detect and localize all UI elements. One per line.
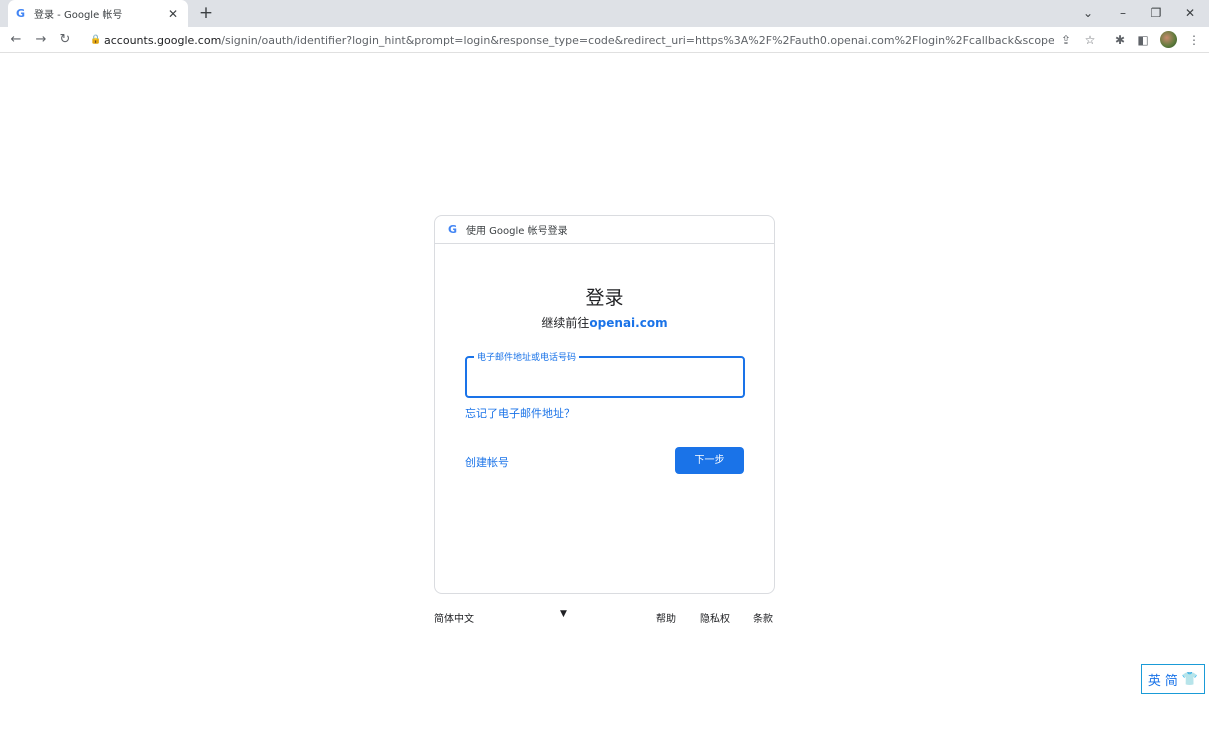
tab-close-icon[interactable]: ✕	[166, 7, 180, 21]
forward-icon[interactable]: →	[30, 29, 52, 51]
terms-link[interactable]: 条款	[753, 610, 773, 625]
create-account-link[interactable]: 创建帐号	[465, 454, 509, 470]
email-field[interactable]	[467, 358, 743, 396]
profile-avatar[interactable]	[1160, 31, 1177, 48]
side-panel-icon[interactable]: ◧	[1132, 29, 1154, 51]
new-tab-button[interactable]: +	[196, 3, 216, 23]
email-field-container: 电子邮件地址或电话号码	[465, 350, 745, 398]
card-header-text: 使用 Google 帐号登录	[466, 226, 568, 237]
url-text: accounts.google.com/signin/oauth/identif…	[104, 33, 1054, 47]
back-icon[interactable]: ←	[5, 29, 27, 51]
restore-button[interactable]: ❐	[1141, 0, 1171, 27]
address-bar[interactable]: 🔒 accounts.google.com/signin/oauth/ident…	[84, 28, 1104, 52]
browser-tab[interactable]: G 登录 - Google 帐号 ✕	[8, 0, 188, 27]
reload-icon[interactable]: ↻	[54, 29, 76, 51]
subtitle-link[interactable]: openai.com	[589, 316, 667, 330]
caret-down-icon[interactable]: ▼	[560, 609, 567, 619]
google-favicon-icon: G	[16, 7, 26, 20]
footer: 简体中文 ▼ 帮助 隐私权 条款	[434, 609, 775, 626]
signin-card: G 使用 Google 帐号登录 登录 继续前往openai.com 电子邮件地…	[434, 215, 775, 594]
email-field-label: 电子邮件地址或电话号码	[474, 350, 580, 363]
subtitle-prefix: 继续前往	[541, 316, 590, 330]
ime-english-mode[interactable]: 英	[1148, 670, 1161, 689]
extensions-icon[interactable]: ✱	[1109, 29, 1131, 51]
subtitle: 继续前往openai.com	[435, 314, 774, 331]
skin-shirt-icon[interactable]: 👕	[1182, 672, 1198, 687]
ime-toolbar[interactable]: 英 简 👕	[1141, 664, 1205, 694]
tab-search-icon[interactable]: ⌄	[1073, 0, 1103, 27]
lock-icon: 🔒	[90, 35, 102, 45]
close-window-button[interactable]: ✕	[1175, 0, 1205, 27]
menu-icon[interactable]: ⋮	[1183, 29, 1205, 51]
tab-title: 登录 - Google 帐号	[34, 10, 123, 21]
browser-toolbar: ← → ↻ 🔒 accounts.google.com/signin/oauth…	[0, 27, 1209, 53]
ime-simplified-mode[interactable]: 简	[1165, 670, 1178, 689]
help-link[interactable]: 帮助	[656, 610, 676, 625]
language-select[interactable]: 简体中文	[434, 610, 474, 625]
share-icon[interactable]: ⇪	[1055, 29, 1077, 51]
forgot-email-link[interactable]: 忘记了电子邮件地址？	[465, 405, 575, 421]
tab-strip: G 登录 - Google 帐号 ✕ + ⌄ – ❐ ✕	[0, 0, 1209, 27]
next-button[interactable]: 下一步	[675, 447, 744, 474]
minimize-button[interactable]: –	[1108, 0, 1138, 27]
privacy-link[interactable]: 隐私权	[700, 610, 730, 625]
google-logo-icon: G	[448, 223, 458, 236]
page-title: 登录	[585, 287, 624, 309]
bookmark-star-icon[interactable]: ☆	[1079, 29, 1101, 51]
card-header: G 使用 Google 帐号登录	[435, 216, 774, 244]
